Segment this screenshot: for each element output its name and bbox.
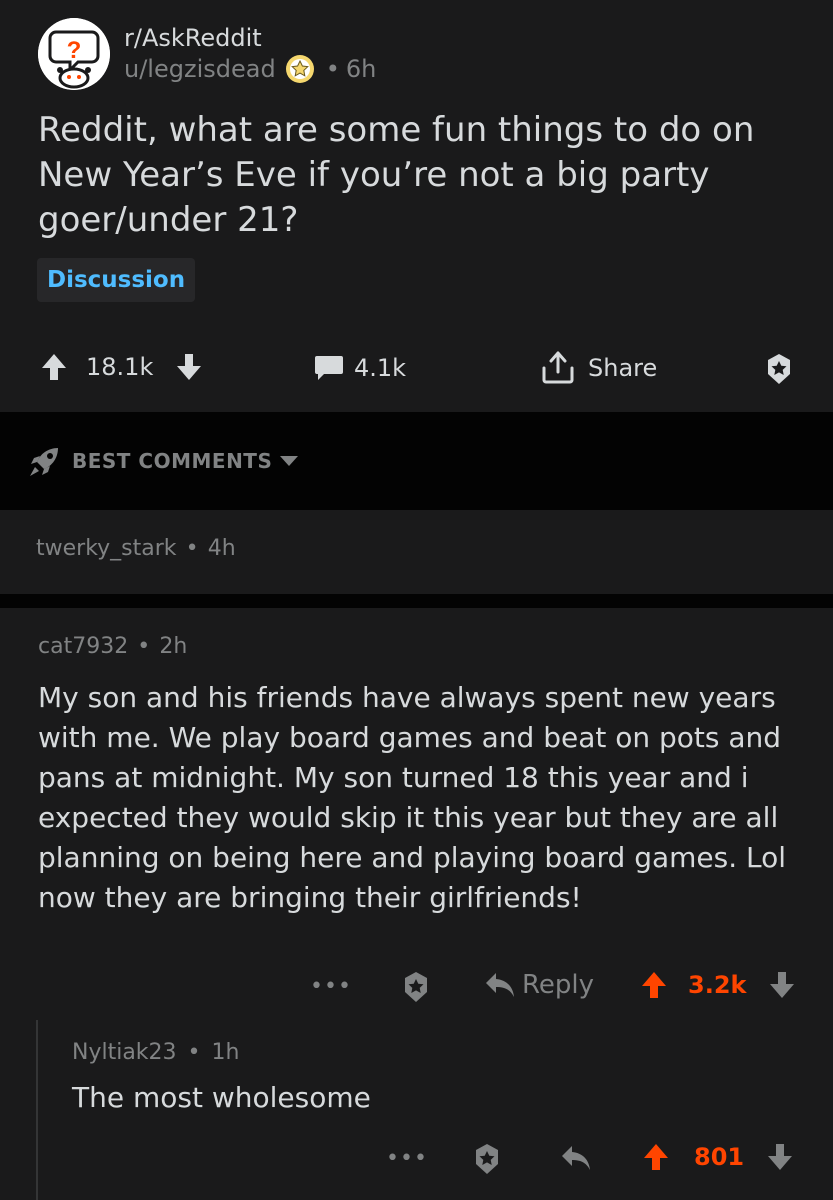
comment-age: 2h	[159, 634, 188, 659]
reply-author[interactable]: Nyltiak23	[72, 1040, 177, 1065]
comment-sort-bar: BEST COMMENTS	[0, 414, 833, 510]
reply-age: 1h	[211, 1040, 240, 1065]
rocket-icon	[30, 448, 58, 476]
comment-body: My son and his friends have always spent…	[38, 681, 787, 914]
meta-separator: •	[187, 1040, 201, 1065]
more-options-button[interactable]: •••	[386, 1146, 428, 1171]
reply-body: The most wholesome	[72, 1081, 371, 1114]
post-age: 6h	[345, 55, 377, 83]
save-star-icon	[768, 354, 790, 384]
comment-gap	[0, 594, 833, 608]
comment-meta: cat7932 • 2h	[38, 634, 187, 659]
comment-score: 3.2k	[688, 971, 747, 999]
meta-separator: •	[137, 634, 151, 659]
downvote-arrow-icon[interactable]	[175, 352, 203, 382]
askreddit-icon[interactable]: ?	[38, 18, 110, 90]
reply-vote-group: 801	[642, 1142, 794, 1172]
comment-vote-group: 3.2k	[640, 970, 796, 1000]
sort-label: BEST COMMENTS	[72, 449, 273, 473]
reply-button[interactable]: Reply	[484, 970, 594, 1000]
post-actions: 18.1k 4.1k Share	[0, 340, 833, 400]
meta-separator: •	[185, 536, 199, 561]
meta-separator: •	[325, 55, 340, 83]
comment-count: 4.1k	[354, 354, 407, 382]
comment-age: 4h	[207, 536, 236, 561]
save-button[interactable]	[762, 352, 796, 386]
svg-text:?: ?	[67, 37, 82, 64]
sort-dropdown[interactable]: BEST COMMENTS	[28, 444, 300, 478]
collapsed-comment-meta: twerky_stark • 4h	[36, 536, 236, 561]
reply-score: 801	[694, 1143, 745, 1171]
post-title[interactable]: Reddit, what are some fun things to do o…	[38, 108, 798, 243]
post-flair[interactable]: Discussion	[37, 258, 196, 302]
comment: cat7932 • 2h My son and his friends have…	[0, 608, 833, 1200]
reply-actions: ••• 801	[0, 1138, 833, 1182]
more-options-button[interactable]: •••	[310, 974, 352, 999]
save-star-icon[interactable]	[470, 1142, 504, 1176]
upvote-arrow-icon[interactable]	[640, 970, 668, 1000]
comment-author[interactable]: twerky_stark	[36, 536, 177, 561]
reply-arrow-icon	[486, 973, 514, 997]
reply-meta: Nyltiak23 • 1h	[72, 1040, 812, 1065]
post-meta: r/AskReddit u/legzisdead • 6h	[124, 23, 376, 85]
post-card: ? r/AskReddit u/legzisdead • 6h Reddit, …	[0, 0, 833, 412]
post-username[interactable]: u/legzisdead	[124, 53, 276, 85]
downvote-arrow-icon[interactable]	[768, 970, 796, 1000]
post-score: 18.1k	[86, 353, 154, 381]
save-star-icon[interactable]	[399, 970, 433, 1004]
award-badge-icon	[285, 55, 314, 83]
reply-label: Reply	[522, 970, 595, 1000]
post-author-line: u/legzisdead • 6h	[124, 53, 376, 85]
reply-arrow-icon[interactable]	[560, 1144, 592, 1172]
share-icon	[542, 351, 574, 384]
share-button[interactable]: Share	[540, 350, 657, 386]
post-header: ? r/AskReddit u/legzisdead • 6h	[38, 18, 376, 90]
post-vote-group: 18.1k	[40, 352, 203, 382]
comment-actions: ••• Reply 3.2k	[0, 966, 833, 1010]
upvote-arrow-icon[interactable]	[40, 352, 68, 382]
comment-bubble-icon	[315, 356, 343, 380]
reply-comment: Nyltiak23 • 1h The most wholesome	[72, 1040, 812, 1117]
downvote-arrow-icon[interactable]	[766, 1142, 794, 1172]
comment-author[interactable]: cat7932	[38, 634, 128, 659]
subreddit-name[interactable]: r/AskReddit	[124, 23, 376, 53]
collapsed-comment[interactable]: twerky_stark • 4h	[0, 512, 833, 594]
comments-button[interactable]: 4.1k	[314, 354, 406, 382]
share-label: Share	[588, 354, 658, 382]
upvote-arrow-icon[interactable]	[642, 1142, 670, 1172]
caret-down-icon	[280, 456, 299, 466]
